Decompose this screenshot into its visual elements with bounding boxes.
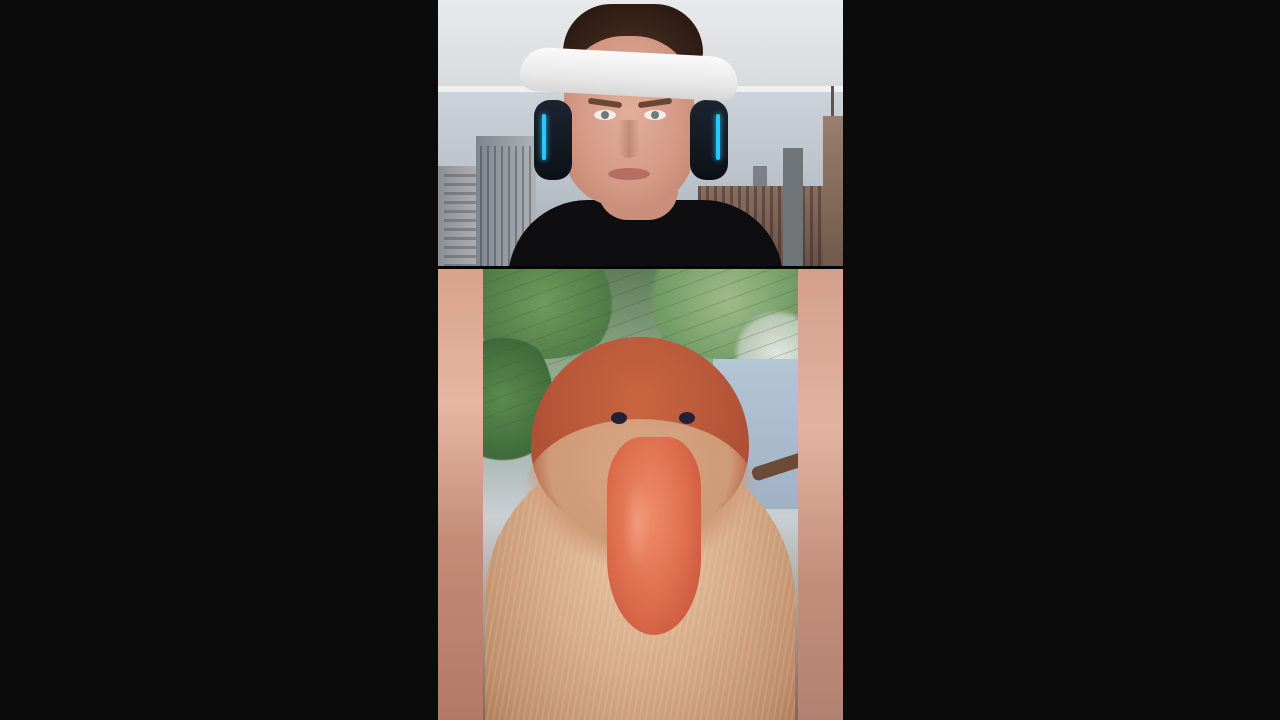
monkey-nose-highlight: [623, 479, 651, 569]
person-nose: [618, 120, 640, 158]
monkey-nose: [607, 437, 701, 635]
monkey-left-eye: [611, 412, 627, 424]
monkey-right-eye: [679, 412, 695, 424]
headset-right-earcup: [690, 100, 728, 180]
blurred-fill-left: [438, 269, 483, 720]
empire-state-building: [823, 86, 843, 266]
monkey-video-panel: [438, 269, 843, 720]
left-eye: [594, 110, 616, 120]
right-eye: [644, 110, 666, 120]
building: [783, 148, 803, 266]
letterbox-left: [0, 0, 438, 720]
webcam-panel: [438, 0, 843, 266]
blurred-fill-right: [798, 269, 843, 720]
letterbox-right: [843, 0, 1280, 720]
headset-left-earcup: [534, 100, 572, 180]
split-video-column[interactable]: [438, 0, 843, 720]
monkey-frame: [483, 269, 798, 720]
person-mouth: [608, 168, 650, 180]
video-stage: [0, 0, 1280, 720]
